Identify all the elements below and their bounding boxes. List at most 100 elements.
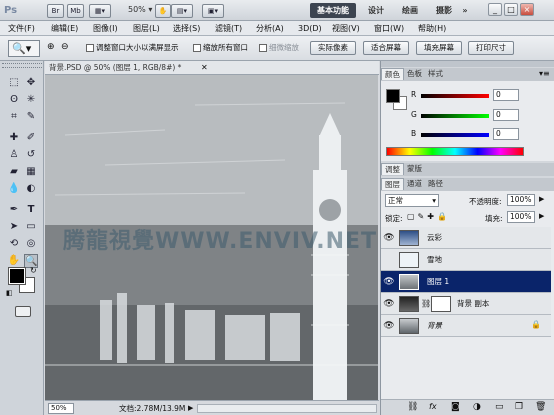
menu-3d[interactable]: 3D(D): [298, 21, 322, 36]
menu-filter[interactable]: 滤镜(T): [215, 21, 242, 36]
document-tab-close-icon[interactable]: ✕: [201, 62, 208, 74]
workspace-design[interactable]: 设计: [364, 3, 388, 18]
gradient-tool-icon[interactable]: ▦: [24, 165, 38, 179]
tab-layers[interactable]: 图层: [381, 178, 404, 190]
horizontal-scrollbar[interactable]: [197, 404, 377, 413]
clone-stamp-tool-icon[interactable]: ♙: [7, 148, 21, 162]
brush-tool-icon[interactable]: ✐: [24, 131, 38, 145]
menu-edit[interactable]: 编辑(E): [51, 21, 78, 36]
layer-row[interactable]: 👁 ⛓ 背景 副本: [381, 293, 551, 315]
quick-mask-button[interactable]: [15, 306, 31, 317]
new-layer-icon[interactable]: ❐: [515, 402, 523, 412]
tab-adjustments[interactable]: 调整: [381, 163, 404, 175]
blur-tool-icon[interactable]: 💧: [7, 182, 21, 196]
layer-row[interactable]: 雪地: [381, 249, 551, 271]
lasso-tool-icon[interactable]: ʘ: [7, 93, 21, 107]
tab-masks[interactable]: 蒙版: [404, 163, 425, 175]
crop-tool-icon[interactable]: ⌗: [7, 110, 21, 124]
3d-orbit-tool-icon[interactable]: ◎: [24, 237, 38, 251]
screen-mode-button[interactable]: ▣▾: [202, 4, 224, 18]
actual-pixels-button[interactable]: 实际像素: [310, 41, 356, 55]
resize-windows-checkbox[interactable]: [86, 44, 94, 52]
layer-row[interactable]: 👁 云彩: [381, 227, 551, 249]
close-button[interactable]: ×: [520, 3, 534, 16]
layer-row[interactable]: 👁 背景 🔒: [381, 315, 551, 337]
pen-tool-icon[interactable]: ✒: [7, 203, 21, 217]
3d-rotate-tool-icon[interactable]: ⟲: [7, 237, 21, 251]
delete-layer-icon[interactable]: 🗑: [535, 402, 546, 412]
swap-colors-icon[interactable]: ↻: [30, 266, 37, 275]
status-zoom-field[interactable]: 50%: [48, 403, 74, 414]
color-spectrum-bar[interactable]: [386, 147, 524, 156]
type-tool-icon[interactable]: T: [24, 203, 38, 217]
eye-icon[interactable]: 👁: [383, 276, 395, 288]
fill-screen-button[interactable]: 填充屏幕: [416, 41, 462, 55]
layer-row-selected[interactable]: 👁 图层 1: [381, 271, 551, 293]
workspace-more[interactable]: »: [460, 3, 470, 18]
eye-icon[interactable]: 👁: [383, 232, 395, 244]
zoom-level-select[interactable]: 50% ▾: [128, 5, 152, 14]
workspace-essentials[interactable]: 基本功能: [310, 3, 356, 18]
tab-swatches[interactable]: 色板: [404, 68, 425, 80]
eye-hidden-icon[interactable]: [383, 254, 395, 266]
fill-field[interactable]: 100%: [507, 211, 535, 223]
channel-b-value[interactable]: 0: [493, 128, 519, 140]
channel-g-slider[interactable]: [421, 114, 489, 118]
shape-tool-icon[interactable]: ▭: [24, 220, 38, 234]
opacity-field[interactable]: 100%: [507, 194, 535, 206]
add-mask-icon[interactable]: ◙: [451, 402, 460, 412]
menu-analysis[interactable]: 分析(A): [256, 21, 284, 36]
healing-brush-tool-icon[interactable]: ✚: [7, 131, 21, 145]
magic-wand-tool-icon[interactable]: ✳: [24, 93, 38, 107]
zoom-out-icon[interactable]: ⊖: [61, 42, 69, 52]
lock-icons[interactable]: ▢✎✚🔒: [407, 212, 450, 221]
menu-file[interactable]: 文件(F): [8, 21, 35, 36]
adjustment-layer-icon[interactable]: ◑: [473, 402, 481, 412]
scrubby-zoom-checkbox[interactable]: [259, 44, 267, 52]
menu-image[interactable]: 图像(I): [93, 21, 118, 36]
channel-r-value[interactable]: 0: [493, 89, 519, 101]
menu-layer[interactable]: 图层(L): [133, 21, 160, 36]
print-size-button[interactable]: 打印尺寸: [468, 41, 514, 55]
dodge-tool-icon[interactable]: ◐: [24, 182, 38, 196]
view-extras-button[interactable]: ▦▾: [89, 4, 111, 18]
zoom-all-checkbox[interactable]: [193, 44, 201, 52]
marquee-tool-icon[interactable]: ⬚: [7, 76, 21, 90]
menu-window[interactable]: 窗口(W): [374, 21, 404, 36]
status-menu-arrow[interactable]: ▶: [188, 403, 193, 414]
fill-arrow-icon[interactable]: ▶: [539, 212, 544, 220]
link-layers-icon[interactable]: ⛓: [407, 402, 418, 412]
foreground-color-swatch[interactable]: [8, 267, 26, 285]
move-tool-icon[interactable]: ✥: [24, 76, 38, 90]
eraser-tool-icon[interactable]: ▰: [7, 165, 21, 179]
channel-r-slider[interactable]: [421, 94, 489, 98]
blend-mode-select[interactable]: 正常 ▾: [385, 194, 439, 207]
menu-view[interactable]: 视图(V): [332, 21, 360, 36]
document-canvas[interactable]: 腾龍視覺WWW.ENVIV.NET: [45, 75, 378, 400]
channel-b-slider[interactable]: [421, 133, 489, 137]
color-panel-fg-swatch[interactable]: [386, 89, 400, 103]
hand-tool-icon[interactable]: ✋: [7, 254, 21, 268]
eye-icon[interactable]: 👁: [383, 320, 395, 332]
zoom-in-icon[interactable]: ⊕: [47, 42, 55, 52]
new-group-icon[interactable]: ▭: [495, 402, 504, 412]
tab-paths[interactable]: 路径: [425, 178, 446, 190]
layer-style-icon[interactable]: fx: [429, 402, 437, 411]
tab-color[interactable]: 颜色: [381, 68, 404, 80]
tool-preset-picker[interactable]: 🔍▾: [8, 40, 40, 57]
channel-g-value[interactable]: 0: [493, 109, 519, 121]
minimize-button[interactable]: _: [488, 3, 502, 16]
tab-channels[interactable]: 通道: [404, 178, 425, 190]
fit-screen-button[interactable]: 适合屏幕: [363, 41, 409, 55]
arrange-documents-button[interactable]: ▤▾: [171, 4, 193, 18]
mini-bridge-button[interactable]: Mb: [67, 4, 84, 18]
tab-styles[interactable]: 样式: [425, 68, 446, 80]
eye-icon[interactable]: 👁: [383, 298, 395, 310]
workspace-photography[interactable]: 摄影: [432, 3, 456, 18]
panel-menu-icon[interactable]: ▾≡: [539, 69, 550, 78]
eyedropper-tool-icon[interactable]: ✎: [24, 110, 38, 124]
path-selection-tool-icon[interactable]: ➤: [7, 220, 21, 234]
opacity-arrow-icon[interactable]: ▶: [539, 195, 544, 203]
hand-tool-button[interactable]: ✋: [155, 4, 171, 18]
history-brush-tool-icon[interactable]: ↺: [24, 148, 38, 162]
